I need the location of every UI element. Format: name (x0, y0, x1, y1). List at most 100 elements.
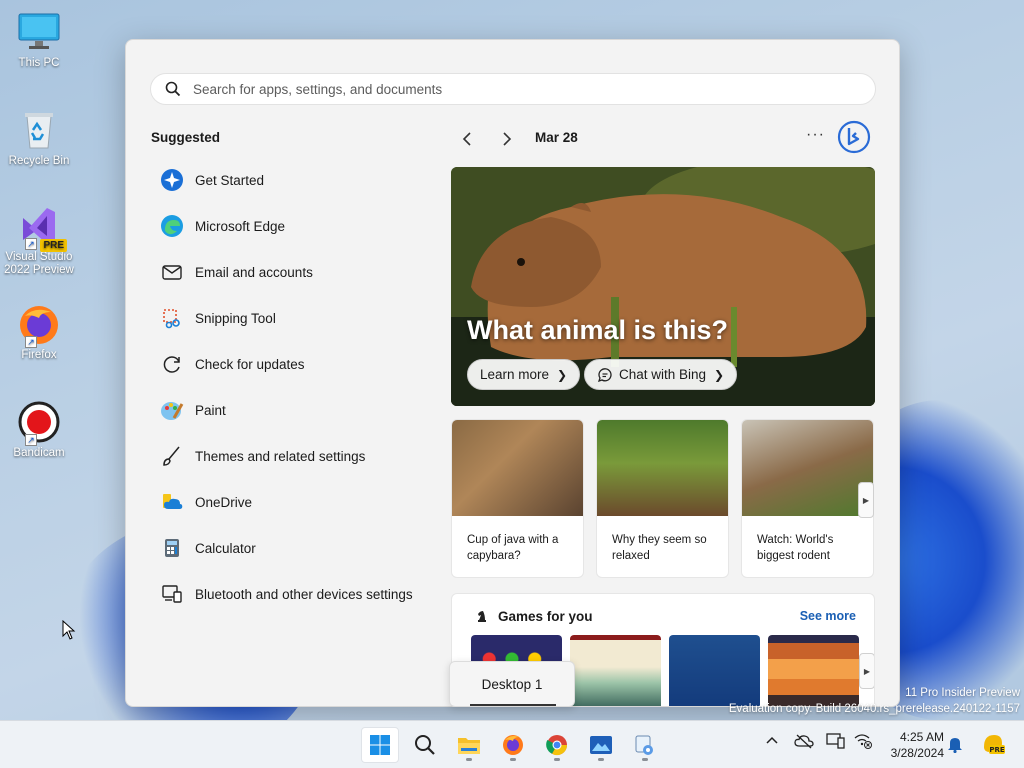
suggested-item-label: Bluetooth and other devices settings (195, 586, 413, 602)
see-more-link[interactable]: See more (800, 609, 856, 623)
watermark-line: 11 Pro Insider Preview (905, 687, 1020, 699)
taskbar-firefox[interactable] (494, 727, 532, 763)
start-icon (370, 735, 390, 755)
suggested-item-label: Snipping Tool (195, 310, 276, 326)
feed-date: Mar 28 (535, 130, 578, 145)
games-next-button[interactable]: ▶ (859, 653, 874, 689)
suggested-item-calculator[interactable]: Calculator (151, 525, 441, 571)
suggested-item-email[interactable]: Email and accounts (151, 249, 441, 295)
news-card[interactable]: Watch: World's biggest rodent (741, 419, 874, 578)
desktop-icon-label: Visual Studio 2022 Preview (4, 251, 74, 276)
search-placeholder: Search for apps, settings, and documents (193, 81, 443, 97)
suggested-item-label: Themes and related settings (195, 448, 366, 464)
snipping-icon (635, 735, 653, 755)
suggested-item-edge[interactable]: Microsoft Edge (151, 203, 441, 249)
chevron-right-icon (503, 132, 512, 146)
clock-date: 3/28/2024 (890, 746, 944, 760)
chess-knight-icon (478, 611, 486, 622)
hero-card[interactable]: What animal is this? Learn more ❯ Chat w… (451, 167, 875, 406)
news-card-caption: Watch: World's biggest rodent (757, 534, 834, 562)
desktop-icon-label: Recycle Bin (8, 155, 70, 167)
clock-time: 4:25 AM (899, 730, 944, 744)
bing-button[interactable] (837, 120, 871, 154)
monitor-icon (17, 10, 61, 54)
learn-more-label: Learn more (480, 367, 550, 382)
suggested-item-paint[interactable]: Paint (151, 387, 441, 433)
start-menu: Search for apps, settings, and documents… (125, 39, 900, 707)
brush-icon (159, 443, 185, 469)
news-card[interactable]: Why they seem so relaxed (596, 419, 729, 578)
chevron-right-icon: ❯ (714, 367, 725, 382)
suggested-item-label: Email and accounts (195, 264, 313, 280)
svg-text:PRE: PRE (989, 746, 1005, 754)
running-indicator (642, 758, 648, 761)
copilot-preview-button[interactable]: PRE (980, 731, 1006, 762)
suggested-item-snipping-tool[interactable]: Snipping Tool (151, 295, 441, 341)
search-icon (415, 735, 435, 755)
chat-icon (597, 367, 612, 382)
suggested-item-themes[interactable]: Themes and related settings (151, 433, 441, 479)
network-tray-icon[interactable] (853, 733, 873, 754)
update-icon (159, 351, 185, 377)
copilot-pre-icon: PRE (984, 735, 1005, 754)
suggested-item-label: OneDrive (195, 494, 253, 510)
desktop-icon-this-pc[interactable]: This PC (4, 10, 74, 70)
suggested-item-label: Get Started (195, 172, 265, 188)
capybara-image (742, 420, 873, 516)
shortcut-arrow-icon: ↗ (25, 238, 37, 250)
show-hidden-icons-button[interactable] (764, 733, 780, 754)
mouse-cursor-icon (62, 620, 76, 640)
suggested-item-get-started[interactable]: Get Started (151, 157, 441, 203)
start-button[interactable] (361, 727, 399, 763)
cards-next-button[interactable]: ▶ (858, 482, 874, 518)
notifications-button[interactable] (947, 735, 963, 758)
games-title: Games for you (498, 608, 593, 624)
running-indicator (466, 758, 472, 761)
calculator-icon (159, 535, 185, 561)
display-tray-icon[interactable] (826, 733, 846, 754)
build-watermark: 11 Pro Insider Preview Evaluation copy. … (729, 685, 1020, 717)
desktop-icon-visual-studio[interactable]: PRE ↗ Visual Studio 2022 Preview (4, 204, 74, 277)
chat-with-bing-label: Chat with Bing (619, 367, 707, 382)
news-card-caption: Cup of java with a capybara? (467, 534, 559, 562)
search-box[interactable]: Search for apps, settings, and documents (150, 73, 876, 105)
suggested-item-bluetooth[interactable]: Bluetooth and other devices settings (151, 571, 441, 617)
more-options-button[interactable]: ··· (806, 126, 825, 144)
chrome-icon (546, 735, 568, 756)
file-explorer-icon (458, 738, 480, 754)
capybara-image (597, 420, 728, 516)
onedrive-tray-icon[interactable] (794, 733, 814, 754)
news-card[interactable]: Cup of java with a capybara? (451, 419, 584, 578)
taskbar-photos[interactable] (582, 727, 620, 763)
desktop-tooltip: Desktop 1 (449, 661, 575, 707)
desktop-tooltip-label: Desktop 1 (481, 676, 543, 692)
game-thumbnail[interactable] (570, 635, 661, 706)
taskbar-clock[interactable]: 4:25 AM 3/28/2024 (884, 729, 944, 761)
taskbar-snipping[interactable] (626, 727, 664, 763)
running-indicator (554, 758, 560, 761)
news-card-caption: Why they seem so relaxed (612, 534, 707, 562)
desktop-icon-label: Firefox (21, 349, 57, 361)
suggested-item-check-updates[interactable]: Check for updates (151, 341, 441, 387)
taskbar-search-button[interactable] (406, 727, 444, 763)
chat-with-bing-button[interactable]: Chat with Bing ❯ (584, 359, 738, 390)
desktop-icon-recycle-bin[interactable]: Recycle Bin (4, 108, 74, 168)
devices-icon (159, 581, 185, 607)
suggested-item-label: Microsoft Edge (195, 218, 286, 234)
capybara-image (452, 420, 583, 516)
previous-button[interactable] (456, 128, 478, 150)
learn-more-button[interactable]: Learn more ❯ (467, 359, 581, 390)
desktop-icon-bandicam[interactable]: ↗ Bandicam (4, 400, 74, 460)
suggested-item-onedrive[interactable]: OneDrive (151, 479, 441, 525)
desktop-icon-firefox[interactable]: ↗ Firefox (4, 302, 74, 362)
preview-badge: PRE (40, 239, 67, 252)
shortcut-arrow-icon: ↗ (25, 336, 37, 348)
photos-icon (590, 736, 612, 754)
suggested-item-label: Paint (195, 402, 226, 418)
bandicam-icon: ↗ (17, 400, 61, 446)
taskbar-chrome[interactable] (538, 727, 576, 763)
games-heading: Games for you (474, 608, 593, 624)
taskbar-file-explorer[interactable] (450, 727, 488, 763)
display-icon (826, 733, 845, 749)
next-button[interactable] (496, 128, 518, 150)
